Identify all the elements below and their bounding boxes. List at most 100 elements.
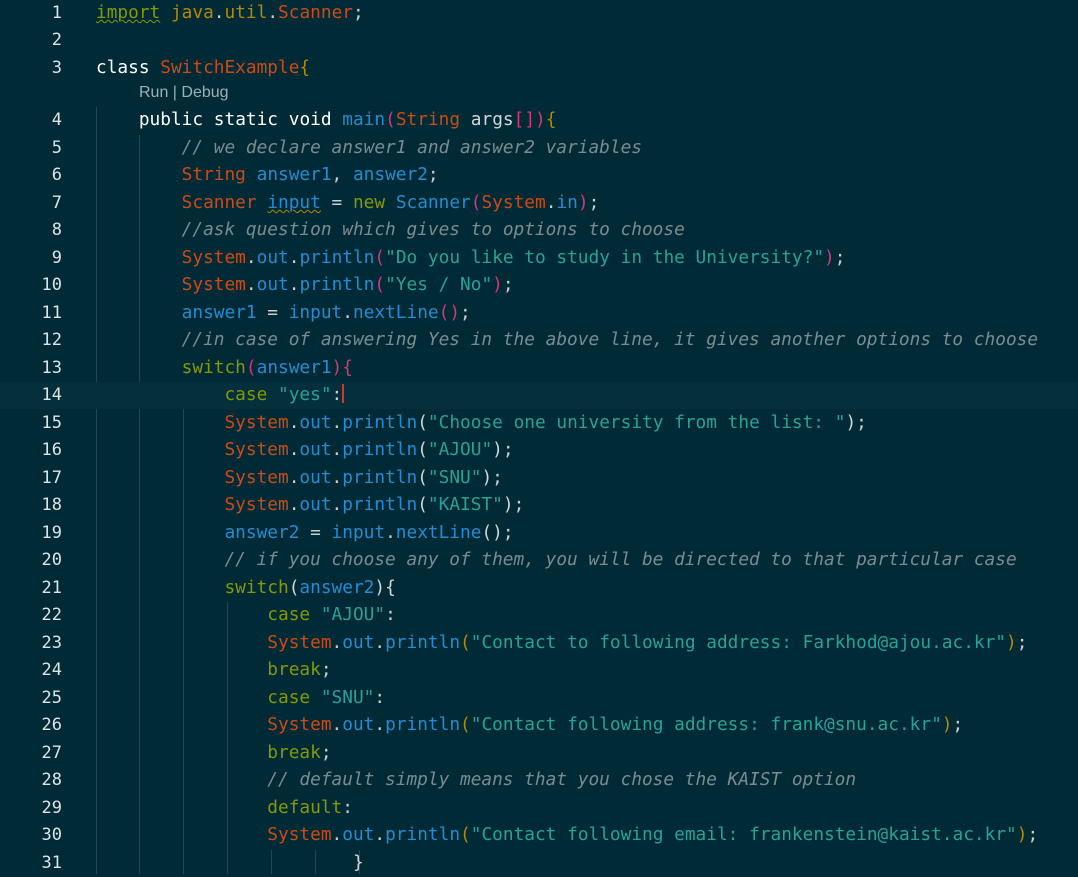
code-line[interactable]: 19 answer2 = input.nextLine();: [0, 520, 1078, 547]
code-token: .: [331, 824, 343, 845]
line-number: 9: [51, 248, 62, 268]
code-line[interactable]: 13 switch(answer1){: [0, 355, 1078, 382]
code-token: {: [299, 57, 311, 78]
code-token: "AJOU": [427, 439, 493, 460]
code-token: class: [96, 57, 150, 78]
code-text: System.out.println("SNU");: [96, 467, 502, 488]
code-token: System: [224, 467, 289, 488]
code-line[interactable]: 31 }: [0, 850, 1078, 877]
line-number: 11: [41, 303, 62, 323]
code-line[interactable]: 10 System.out.println("Yes / No");: [0, 272, 1078, 299]
code-token: .: [331, 412, 343, 433]
code-token: :: [342, 797, 353, 818]
code-token: // we declare answer1 and answer2 variab…: [181, 137, 642, 158]
code-line[interactable]: 24 break;: [0, 657, 1078, 684]
code-line[interactable]: 2: [0, 27, 1078, 54]
code-token: (: [417, 412, 428, 433]
code-line[interactable]: 30 System.out.println("Contact following…: [0, 822, 1078, 849]
code-line[interactable]: 3 class SwitchExample{: [0, 55, 1078, 82]
code-line[interactable]: 9 System.out.println("Do you like to stu…: [0, 245, 1078, 272]
code-text: System.out.println("AJOU");: [96, 439, 514, 460]
line-number: 19: [41, 523, 62, 543]
code-token: .: [342, 302, 353, 323]
code-token: .: [288, 274, 300, 295]
code-line[interactable]: 12 //in case of answering Yes in the abo…: [0, 327, 1078, 354]
code-token: out: [299, 412, 332, 433]
code-line[interactable]: 8 //ask question which gives to options …: [0, 217, 1078, 244]
code-token: (: [460, 824, 471, 845]
code-token: (: [417, 467, 428, 488]
code-token: case: [224, 384, 268, 405]
code-line[interactable]: 22 case "AJOU":: [0, 602, 1078, 629]
code-line[interactable]: 18 System.out.println("KAIST");: [0, 492, 1078, 519]
code-token: input: [267, 192, 321, 213]
codelens-run[interactable]: Run: [139, 84, 168, 101]
code-line[interactable]: 20 // if you choose any of them, you wil…: [0, 547, 1078, 574]
code-text: //in case of answering Yes in the above …: [96, 329, 1038, 350]
code-line[interactable]: 6 String answer1, answer2;: [0, 162, 1078, 189]
code-line[interactable]: 11 answer1 = input.nextLine();: [0, 300, 1078, 327]
code-token: =: [299, 522, 332, 543]
code-line[interactable]: 16 System.out.println("AJOU");: [0, 437, 1078, 464]
code-token: ;: [502, 522, 514, 543]
code-text: Scanner input = new Scanner(System.in);: [96, 192, 600, 213]
code-token: (): [481, 522, 503, 543]
line-number: 7: [51, 193, 62, 213]
code-line[interactable]: 15 System.out.println("Choose one univer…: [0, 410, 1078, 437]
code-token: answer1: [181, 302, 257, 323]
code-token: answer2: [352, 164, 428, 185]
code-line[interactable]: 14 case "yes":: [0, 382, 1078, 409]
code-line[interactable]: 21 switch(answer2){: [0, 575, 1078, 602]
code-token: public: [138, 109, 204, 130]
code-line[interactable]: 25 case "SNU":: [0, 685, 1078, 712]
code-token: println: [342, 467, 418, 488]
code-token: String: [395, 109, 461, 130]
code-line[interactable]: 7 Scanner input = new Scanner(System.in)…: [0, 190, 1078, 217]
code-line[interactable]: 27 break;: [0, 740, 1078, 767]
code-token: Scanner: [181, 192, 257, 213]
code-token: {: [385, 577, 396, 598]
codelens-debug[interactable]: Debug: [181, 84, 228, 101]
code-token: System: [481, 192, 546, 213]
code-token: ;: [856, 412, 867, 433]
code-line[interactable]: 29 default:: [0, 795, 1078, 822]
code-line[interactable]: 4 public static void main(String args[])…: [0, 107, 1078, 134]
code-text: String answer1, answer2;: [96, 164, 439, 185]
code-line[interactable]: 26 System.out.println("Contact following…: [0, 712, 1078, 739]
code-line[interactable]: 5 // we declare answer1 and answer2 vari…: [0, 135, 1078, 162]
code-token: out: [299, 439, 332, 460]
code-token: .: [385, 522, 396, 543]
code-line[interactable]: 17 System.out.println("SNU");: [0, 465, 1078, 492]
code-token: ;: [502, 439, 514, 460]
code-token: (: [460, 714, 471, 735]
line-number: 26: [41, 715, 62, 735]
code-token: println: [342, 412, 418, 433]
code-token: "KAIST": [427, 494, 503, 515]
code-token: System: [224, 439, 289, 460]
code-line[interactable]: 23 System.out.println("Contact to follow…: [0, 630, 1078, 657]
code-editor[interactable]: Run | Debug 1 import java.util.Scanner; 2 3…: [0, 0, 1078, 874]
code-token: .: [245, 274, 257, 295]
code-text: System.out.println("Contact to following…: [96, 632, 1027, 653]
code-token: (: [470, 192, 482, 213]
code-token: static: [213, 109, 279, 130]
code-line[interactable]: 1 import java.util.Scanner;: [0, 0, 1078, 27]
code-token: ): [331, 357, 343, 378]
code-token: .: [288, 412, 300, 433]
code-token: input: [288, 302, 343, 323]
code-line[interactable]: 28 // default simply means that you chos…: [0, 767, 1078, 794]
code-token: ;: [502, 274, 514, 295]
code-token: out: [342, 824, 375, 845]
